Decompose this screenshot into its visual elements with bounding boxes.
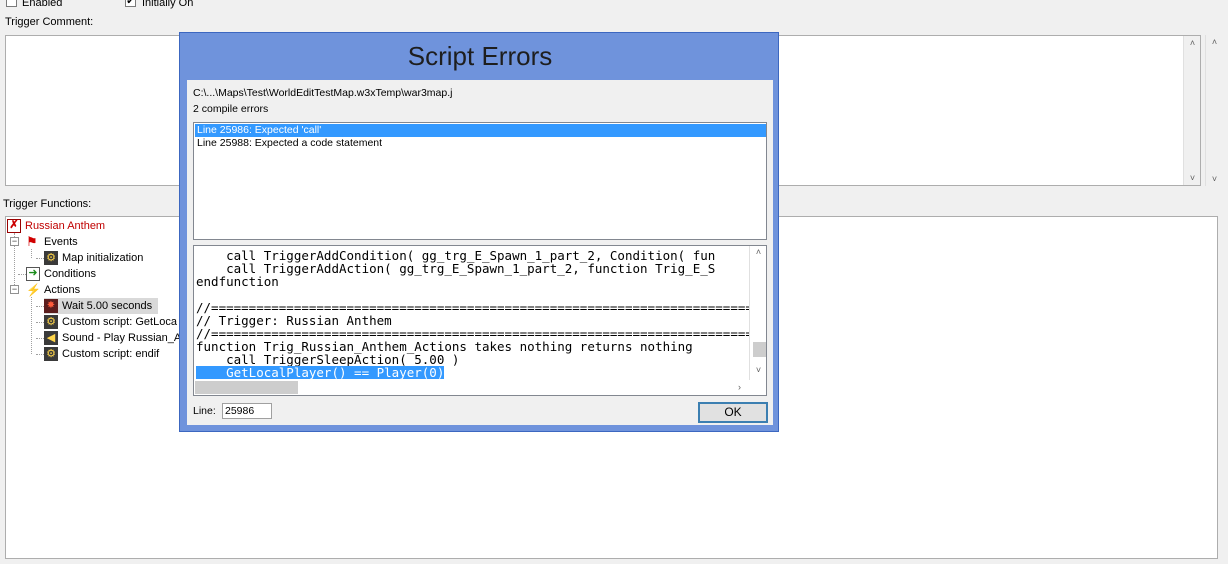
gear-icon: ⚙ [44, 315, 58, 329]
code-vscroll-thumb[interactable] [753, 342, 766, 357]
code-scroll-right-icon[interactable]: › [731, 382, 748, 392]
tree-item-root[interactable]: ✗ Russian Anthem [7, 218, 105, 234]
scroll-up-icon[interactable]: ˄ [1184, 38, 1201, 48]
events-collapse-icon[interactable]: − [10, 237, 19, 246]
tree-item-action[interactable]: ⚙ Custom script: endif [44, 346, 159, 362]
dialog-body: C:\...\Maps\Test\WorldEditTestMap.w3xTem… [187, 80, 773, 425]
tree-item-actions[interactable]: ⚡ Actions [26, 282, 80, 298]
line-label: Line: [193, 405, 216, 417]
code-scroll-up-icon[interactable]: ˄ [750, 247, 766, 257]
tree-conditions-label: Conditions [44, 268, 96, 280]
actions-icon: ⚡ [26, 283, 41, 297]
line-field[interactable]: 25986 [222, 403, 272, 419]
code-hscroll-thumb[interactable] [195, 381, 298, 394]
error-item[interactable]: Line 25986: Expected 'call' [195, 124, 766, 137]
tree-item-event[interactable]: ⚙ Map initialization [44, 250, 143, 266]
outer-scroll-down-icon[interactable]: ˅ [1206, 174, 1223, 184]
comment-scrollbar[interactable]: ˄ ˅ [1183, 36, 1200, 185]
wait-icon: ✸ [44, 299, 58, 313]
dialog-title: Script Errors [407, 41, 553, 71]
trigger-comment-label: Trigger Comment: [5, 16, 94, 28]
enabled-label: Enabled [22, 0, 63, 9]
initially-on-label: Initially On [142, 0, 194, 9]
error-count: 2 compile errors [193, 103, 269, 115]
code-vscrollbar[interactable]: ˄ ˅ [749, 246, 766, 380]
gear-icon: ⚙ [44, 347, 58, 361]
code-line: endfunction [196, 274, 279, 289]
actions-collapse-icon[interactable]: − [10, 285, 19, 294]
tree-item-events[interactable]: ⚑ Events [26, 234, 78, 250]
script-path: C:\...\Maps\Test\WorldEditTestMap.w3xTem… [193, 87, 453, 99]
tree-item-action[interactable]: ⚙ Custom script: GetLoca [44, 314, 177, 330]
conditions-icon: ➜ [26, 267, 40, 281]
code-hscrollbar[interactable]: › [194, 380, 750, 395]
initially-on-checkbox[interactable]: ✔ [125, 0, 136, 7]
trigger-disabled-icon: ✗ [7, 219, 21, 233]
tree-item-action[interactable]: ✸ Wait 5.00 seconds [44, 298, 159, 314]
action-label: Custom script: endif [62, 348, 160, 360]
tree-root-label: Russian Anthem [25, 220, 106, 232]
trigger-functions-label: Trigger Functions: [3, 198, 92, 210]
gear-icon: ⚙ [44, 251, 58, 265]
script-errors-dialog: Script Errors C:\...\Maps\Test\WorldEdit… [179, 32, 779, 432]
enabled-checkbox[interactable] [6, 0, 17, 7]
flag-icon: ⚑ [26, 234, 38, 249]
code-scroll-down-icon[interactable]: ˅ [750, 365, 766, 375]
error-item[interactable]: Line 25988: Expected a code statement [195, 137, 766, 150]
tree-actions-label: Actions [44, 284, 81, 296]
action-label: Wait 5.00 seconds [62, 300, 153, 312]
outer-scroll-up-icon[interactable]: ˄ [1206, 37, 1223, 47]
code-view[interactable]: call TriggerAddCondition( gg_trg_E_Spawn… [193, 245, 767, 396]
action-label: Sound - Play Russian_A [62, 332, 182, 344]
action-label: Custom script: GetLoca [62, 316, 177, 328]
tree-item-conditions[interactable]: ➜ Conditions [26, 266, 96, 282]
tree-events-label: Events [44, 236, 78, 248]
scroll-down-icon[interactable]: ˅ [1184, 173, 1201, 183]
code-line-selected: GetLocalPlayer() == Player(0) [196, 365, 445, 380]
event-label: Map initialization [62, 252, 144, 264]
error-list[interactable]: Line 25986: Expected 'call' Line 25988: … [193, 122, 767, 240]
sound-icon: ◀ [44, 331, 58, 345]
tree-item-action[interactable]: ◀ Sound - Play Russian_A [44, 330, 181, 346]
outer-scrollbar[interactable]: ˄ ˅ [1205, 35, 1223, 186]
ok-button[interactable]: OK [698, 402, 768, 423]
